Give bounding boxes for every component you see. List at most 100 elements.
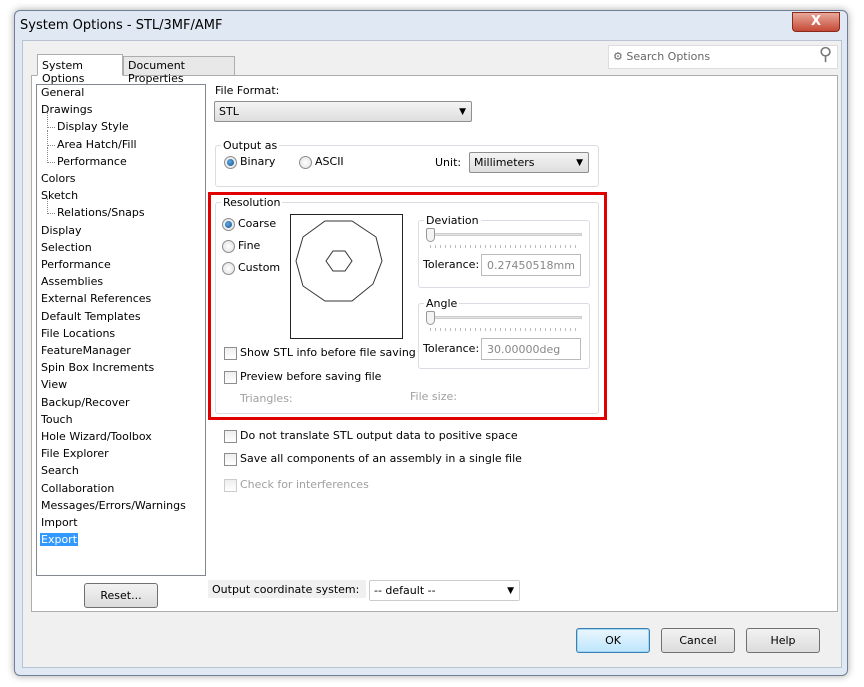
tree-item[interactable]: Hole Wizard/Toolbox — [41, 430, 152, 443]
radio-fine[interactable]: Fine — [222, 239, 260, 253]
tree-item[interactable]: Performance — [57, 155, 127, 168]
tree-item[interactable]: Area Hatch/Fill — [57, 138, 137, 151]
gear-icon: ⚙ — [613, 50, 623, 63]
angle-slider-track[interactable] — [427, 316, 582, 319]
window-title: System Options - STL/3MF/AMF — [20, 18, 223, 33]
close-button[interactable]: X — [792, 12, 840, 32]
angle-ticks — [430, 328, 578, 331]
deviation-legend: Deviation — [424, 214, 481, 227]
show-info-checkbox[interactable]: Show STL info before file saving — [224, 346, 416, 360]
tree-item[interactable]: Spin Box Increments — [41, 361, 154, 374]
tree-item[interactable]: General — [41, 86, 84, 99]
tree-item[interactable]: File Locations — [41, 327, 115, 340]
tree-item[interactable]: Import — [41, 516, 78, 529]
triangles-label: Triangles: — [240, 392, 293, 405]
angle-slider-thumb[interactable] — [426, 311, 435, 325]
tree-item[interactable]: View — [41, 378, 67, 391]
tree-item[interactable]: Display Style — [57, 120, 129, 133]
search-icon[interactable]: ⚲ — [819, 44, 832, 65]
radio-fine-label: Fine — [238, 239, 261, 252]
resolution-legend: Resolution — [221, 196, 283, 209]
interferences-checkbox[interactable]: Check for interferences — [224, 478, 369, 492]
tree-item[interactable]: Selection — [41, 241, 92, 254]
tree-connector — [47, 146, 55, 163]
radio-custom-indicator — [222, 261, 235, 275]
checkbox-box — [224, 478, 237, 492]
output-as-legend: Output as — [221, 139, 280, 152]
file-format-value: STL — [219, 105, 239, 118]
deviation-slider-thumb[interactable] — [426, 228, 435, 242]
radio-binary[interactable]: Binary — [224, 155, 275, 169]
search-placeholder: Search Options — [626, 50, 711, 63]
tree-item[interactable]: Export — [40, 533, 79, 547]
tree-connector — [47, 112, 55, 129]
radio-coarse-indicator — [222, 217, 235, 231]
ok-button[interactable]: OK — [576, 628, 650, 653]
tab-system-options[interactable]: System Options — [37, 54, 123, 85]
checkbox-box — [224, 429, 237, 443]
tree-item[interactable]: Search — [41, 464, 79, 477]
radio-binary-label: Binary — [240, 155, 276, 168]
radio-ascii-indicator — [299, 155, 312, 169]
tree-item[interactable]: Messages/Errors/Warnings — [41, 499, 186, 512]
tree-item[interactable]: Relations/Snaps — [57, 206, 145, 219]
file-size-label: File size: — [410, 390, 457, 403]
no-translate-label: Do not translate STL output data to posi… — [240, 429, 518, 442]
search-input[interactable]: ⚙ Search Options ⚲ — [608, 44, 838, 69]
show-info-label: Show STL info before file saving — [240, 346, 416, 359]
tree-item[interactable]: File Explorer — [41, 447, 109, 460]
tree-item[interactable]: Collaboration — [41, 482, 114, 495]
interferences-label: Check for interferences — [240, 478, 369, 491]
checkbox-box — [224, 370, 237, 384]
deviation-tolerance-input[interactable]: 0.27450518mm — [481, 254, 581, 276]
checkbox-box — [224, 452, 237, 466]
tree-connector — [47, 198, 55, 215]
tab-document-properties[interactable]: Document Properties — [123, 56, 235, 85]
radio-coarse[interactable]: Coarse — [222, 217, 276, 231]
tree-item[interactable]: Backup/Recover — [41, 396, 130, 409]
angle-tolerance-input[interactable]: 30.00000deg — [481, 338, 581, 360]
tree-item[interactable]: Assemblies — [41, 275, 103, 288]
unit-value: Millimeters — [474, 156, 535, 169]
file-format-select[interactable]: STL ▼ — [214, 101, 472, 122]
save-all-label: Save all components of an assembly in a … — [240, 452, 522, 465]
radio-custom[interactable]: Custom — [222, 261, 280, 275]
angle-legend: Angle — [424, 297, 460, 310]
tree-item[interactable]: Touch — [41, 413, 73, 426]
file-format-label: File Format: — [215, 84, 280, 97]
angle-tolerance-label: Tolerance: — [423, 342, 480, 355]
preview-checkbox[interactable]: Preview before saving file — [224, 370, 381, 384]
options-tree[interactable]: General Drawings Display Style Area Hatch/F… — [36, 84, 206, 576]
coord-select[interactable]: -- default -- ▼ — [369, 580, 520, 601]
unit-label: Unit: — [435, 156, 462, 169]
deviation-tolerance-label: Tolerance: — [423, 258, 480, 271]
radio-ascii[interactable]: ASCII — [299, 155, 344, 169]
chevron-down-icon: ▼ — [507, 586, 514, 596]
unit-select[interactable]: Millimeters ▼ — [469, 152, 589, 173]
help-button[interactable]: Help — [746, 628, 820, 653]
save-all-checkbox[interactable]: Save all components of an assembly in a … — [224, 452, 522, 466]
radio-fine-indicator — [222, 239, 235, 253]
no-translate-checkbox[interactable]: Do not translate STL output data to posi… — [224, 429, 518, 443]
cancel-button[interactable]: Cancel — [661, 628, 735, 653]
radio-ascii-label: ASCII — [315, 155, 344, 168]
tree-item[interactable]: Default Templates — [41, 310, 141, 323]
tree-item[interactable]: External References — [41, 292, 151, 305]
chevron-down-icon: ▼ — [576, 158, 583, 168]
radio-coarse-label: Coarse — [238, 217, 277, 230]
radio-custom-label: Custom — [238, 261, 281, 274]
tree-item[interactable]: Display — [41, 224, 82, 237]
coord-label: Output coordinate system: — [208, 580, 366, 598]
radio-binary-indicator — [224, 155, 237, 169]
tree-item[interactable]: Performance — [41, 258, 111, 271]
reset-button[interactable]: Reset... — [84, 583, 158, 608]
checkbox-box — [224, 346, 237, 360]
deviation-slider-track[interactable] — [427, 233, 582, 236]
tree-item[interactable]: FeatureManager — [41, 344, 131, 357]
tree-connector — [47, 129, 55, 146]
tree-item[interactable]: Colors — [41, 172, 75, 185]
coord-value: -- default -- — [374, 584, 436, 597]
preview-label: Preview before saving file — [240, 370, 382, 383]
chevron-down-icon: ▼ — [459, 107, 466, 117]
deviation-ticks — [430, 245, 578, 248]
